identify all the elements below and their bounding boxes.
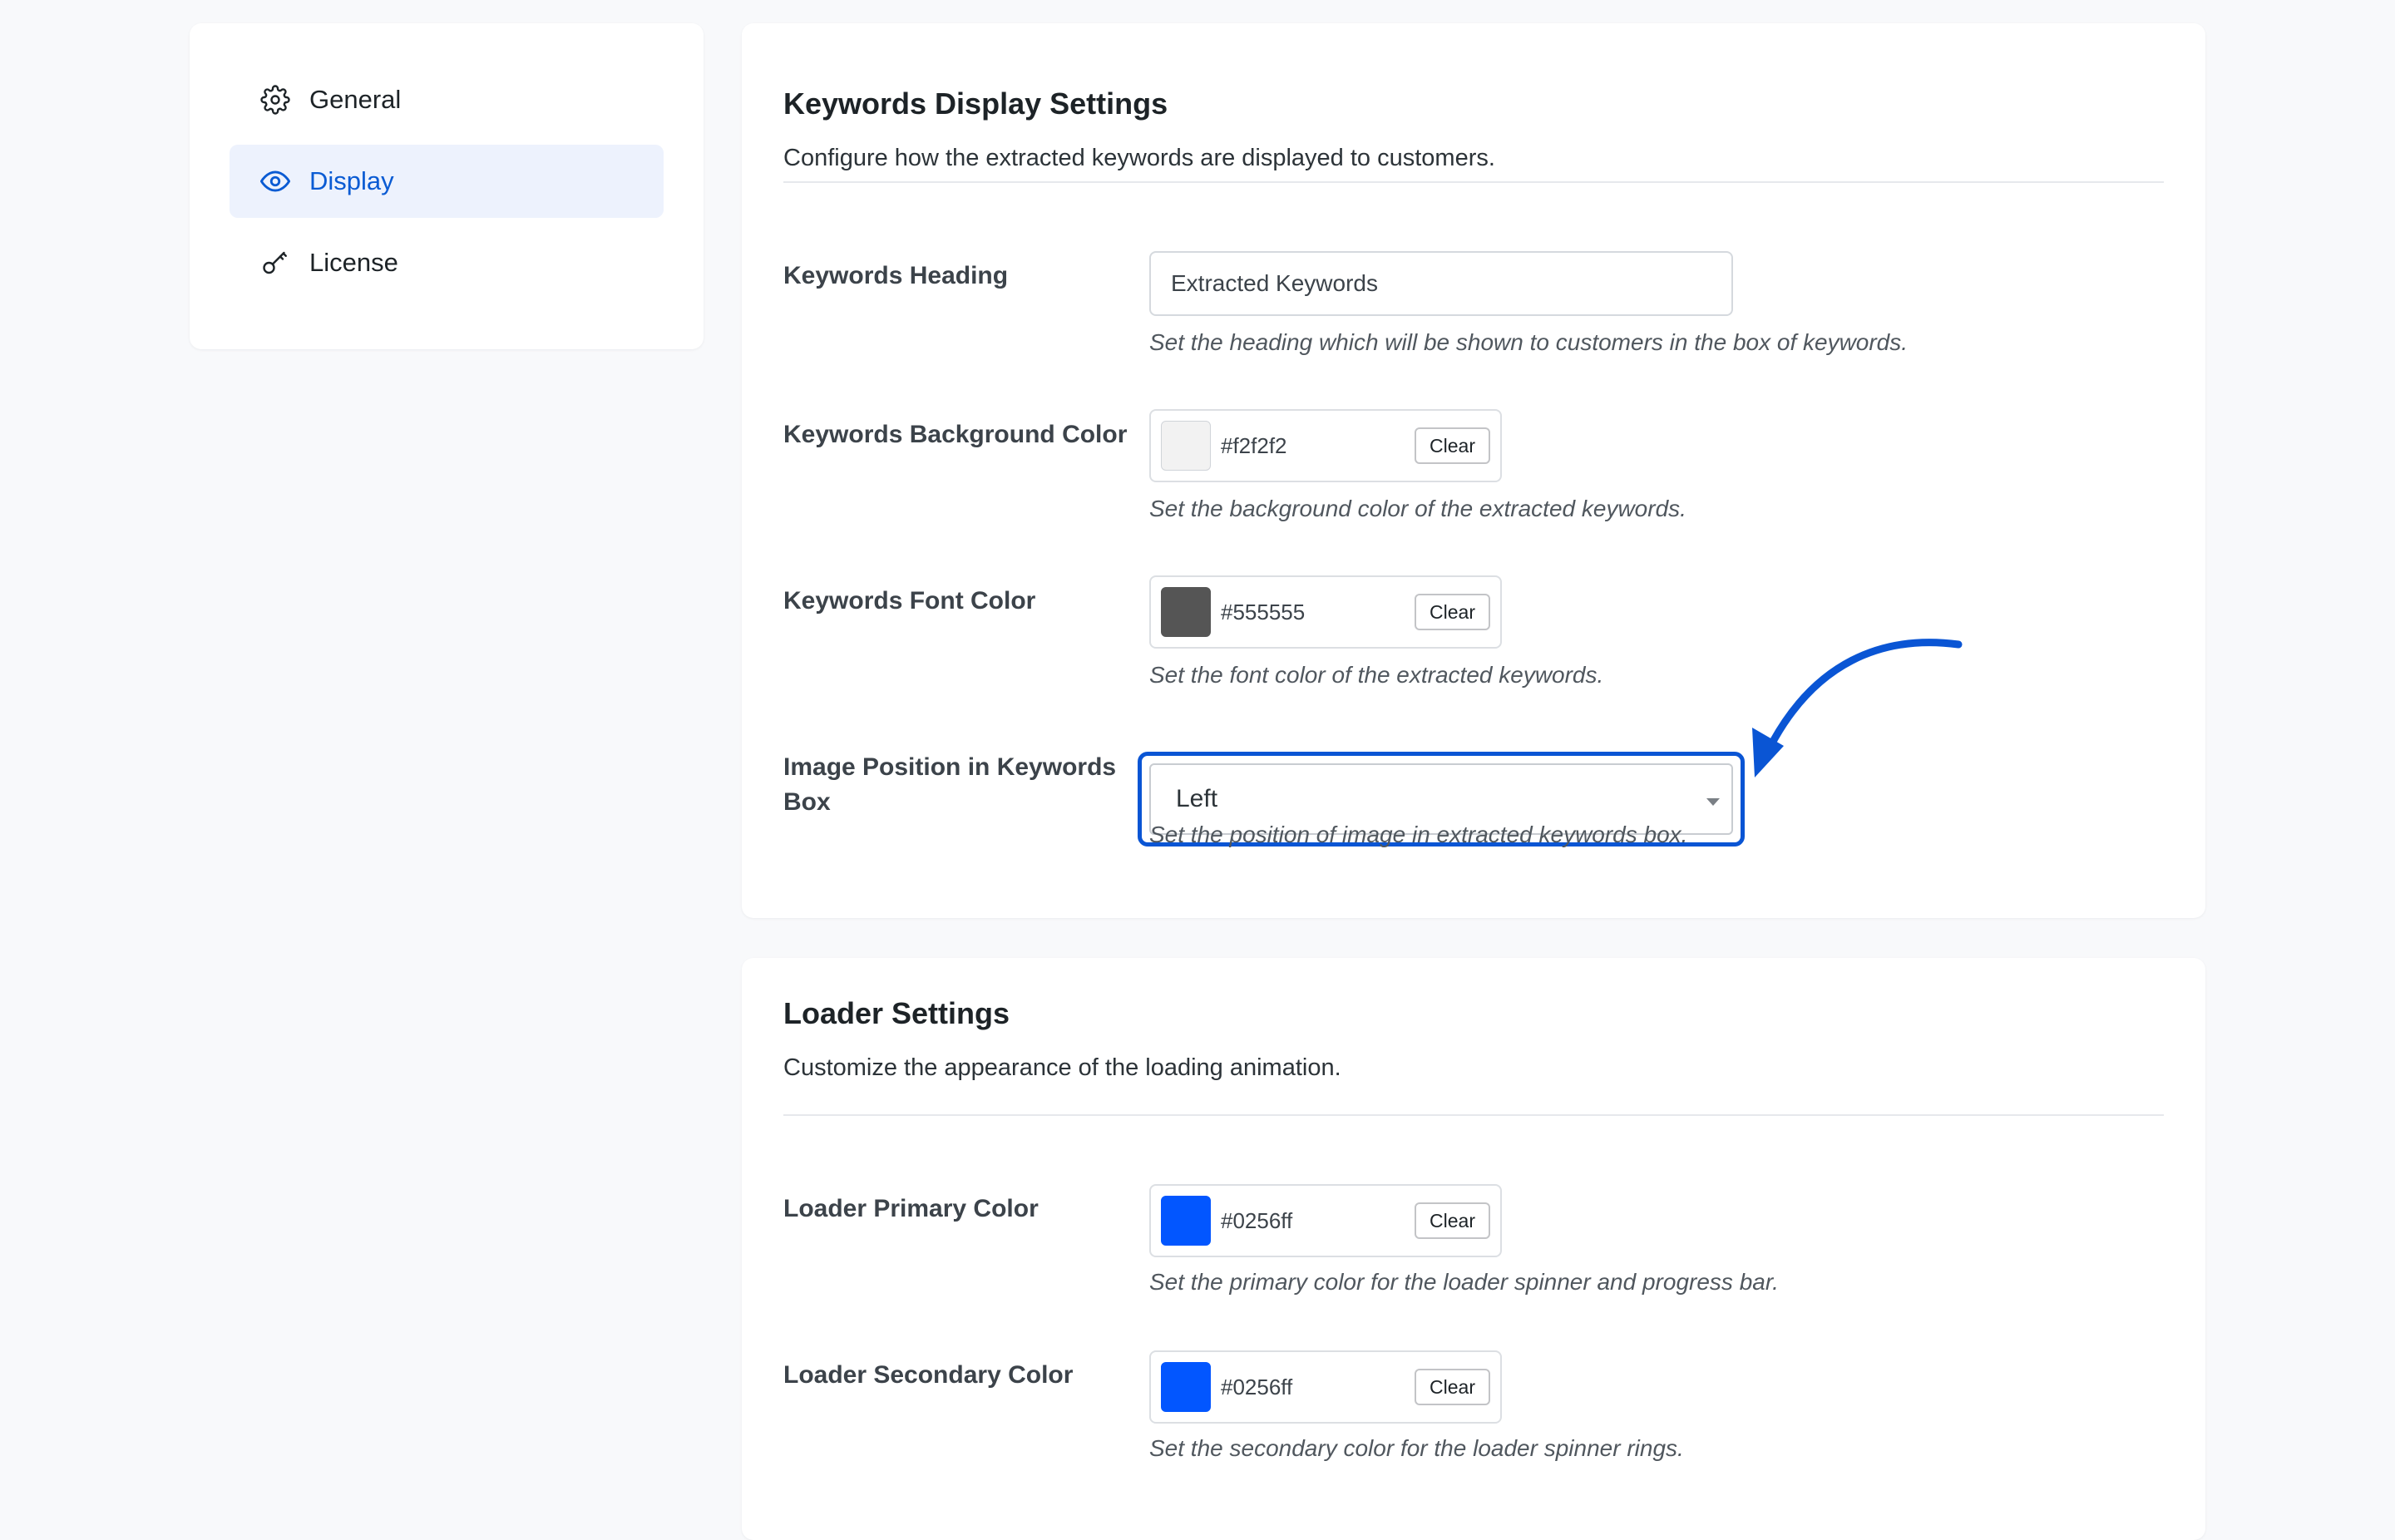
keywords-font-color-picker: #555555 Clear — [1149, 575, 1502, 649]
loader-primary-color-picker: #0256ff Clear — [1149, 1184, 1502, 1257]
sidebar-item-label: License — [309, 248, 398, 277]
color-swatch[interactable] — [1161, 421, 1211, 471]
chevron-down-icon — [1706, 798, 1720, 806]
keywords-heading-help: Set the heading which will be shown to c… — [1149, 329, 1909, 355]
loader-secondary-color-picker: #0256ff Clear — [1149, 1350, 1502, 1424]
keywords-heading-input[interactable] — [1149, 251, 1733, 316]
color-swatch[interactable] — [1161, 1196, 1211, 1246]
color-swatch[interactable] — [1161, 587, 1211, 637]
section-description: Customize the appearance of the loading … — [783, 1054, 1341, 1081]
keywords-background-color-picker: #f2f2f2 Clear — [1149, 409, 1502, 482]
loader-settings-card: Loader Settings Customize the appearance… — [742, 958, 2205, 1540]
color-hex-value[interactable]: #f2f2f2 — [1221, 433, 1415, 459]
loader-primary-color-help: Set the primary color for the loader spi… — [1149, 1269, 1779, 1295]
keywords-font-color-help: Set the font color of the extracted keyw… — [1149, 662, 1604, 688]
keywords-background-color-label: Keywords Background Color — [783, 421, 1128, 448]
loader-primary-color-label: Loader Primary Color — [783, 1195, 1039, 1222]
sidebar-item-display[interactable]: Display — [230, 145, 664, 218]
section-title: Keywords Display Settings — [783, 86, 1168, 121]
color-hex-value[interactable]: #555555 — [1221, 600, 1415, 625]
loader-secondary-color-help: Set the secondary color for the loader s… — [1149, 1435, 1684, 1461]
clear-button[interactable]: Clear — [1415, 1202, 1490, 1239]
keywords-font-color-label: Keywords Font Color — [783, 587, 1036, 615]
clear-button[interactable]: Clear — [1415, 1369, 1490, 1405]
image-position-label: Image Position in Keywords Box — [783, 753, 1117, 816]
sidebar-item-label: Display — [309, 166, 394, 195]
color-hex-value[interactable]: #0256ff — [1221, 1375, 1415, 1400]
keywords-background-color-help: Set the background color of the extracte… — [1149, 496, 1686, 521]
image-position-help: Set the position of image in extracted k… — [1149, 822, 1688, 847]
eye-icon — [259, 165, 291, 197]
color-swatch[interactable] — [1161, 1362, 1211, 1412]
section-description: Configure how the extracted keywords are… — [783, 145, 1495, 171]
sidebar-item-label: General — [309, 85, 402, 114]
sidebar-item-license[interactable]: License — [230, 226, 664, 299]
clear-button[interactable]: Clear — [1415, 427, 1490, 464]
key-icon — [259, 247, 291, 279]
section-divider — [783, 1114, 2164, 1116]
section-title: Loader Settings — [783, 996, 1010, 1030]
keywords-heading-label: Keywords Heading — [783, 262, 1009, 289]
loader-secondary-color-label: Loader Secondary Color — [783, 1361, 1074, 1389]
keywords-display-settings-card: Keywords Display Settings Configure how … — [742, 23, 2205, 918]
clear-button[interactable]: Clear — [1415, 594, 1490, 630]
settings-sidebar: General Display License — [190, 23, 704, 349]
section-divider — [783, 181, 2164, 183]
color-hex-value[interactable]: #0256ff — [1221, 1208, 1415, 1234]
selected-value: Left — [1176, 785, 1218, 812]
sidebar-item-general[interactable]: General — [230, 63, 664, 136]
gear-icon — [259, 84, 291, 116]
